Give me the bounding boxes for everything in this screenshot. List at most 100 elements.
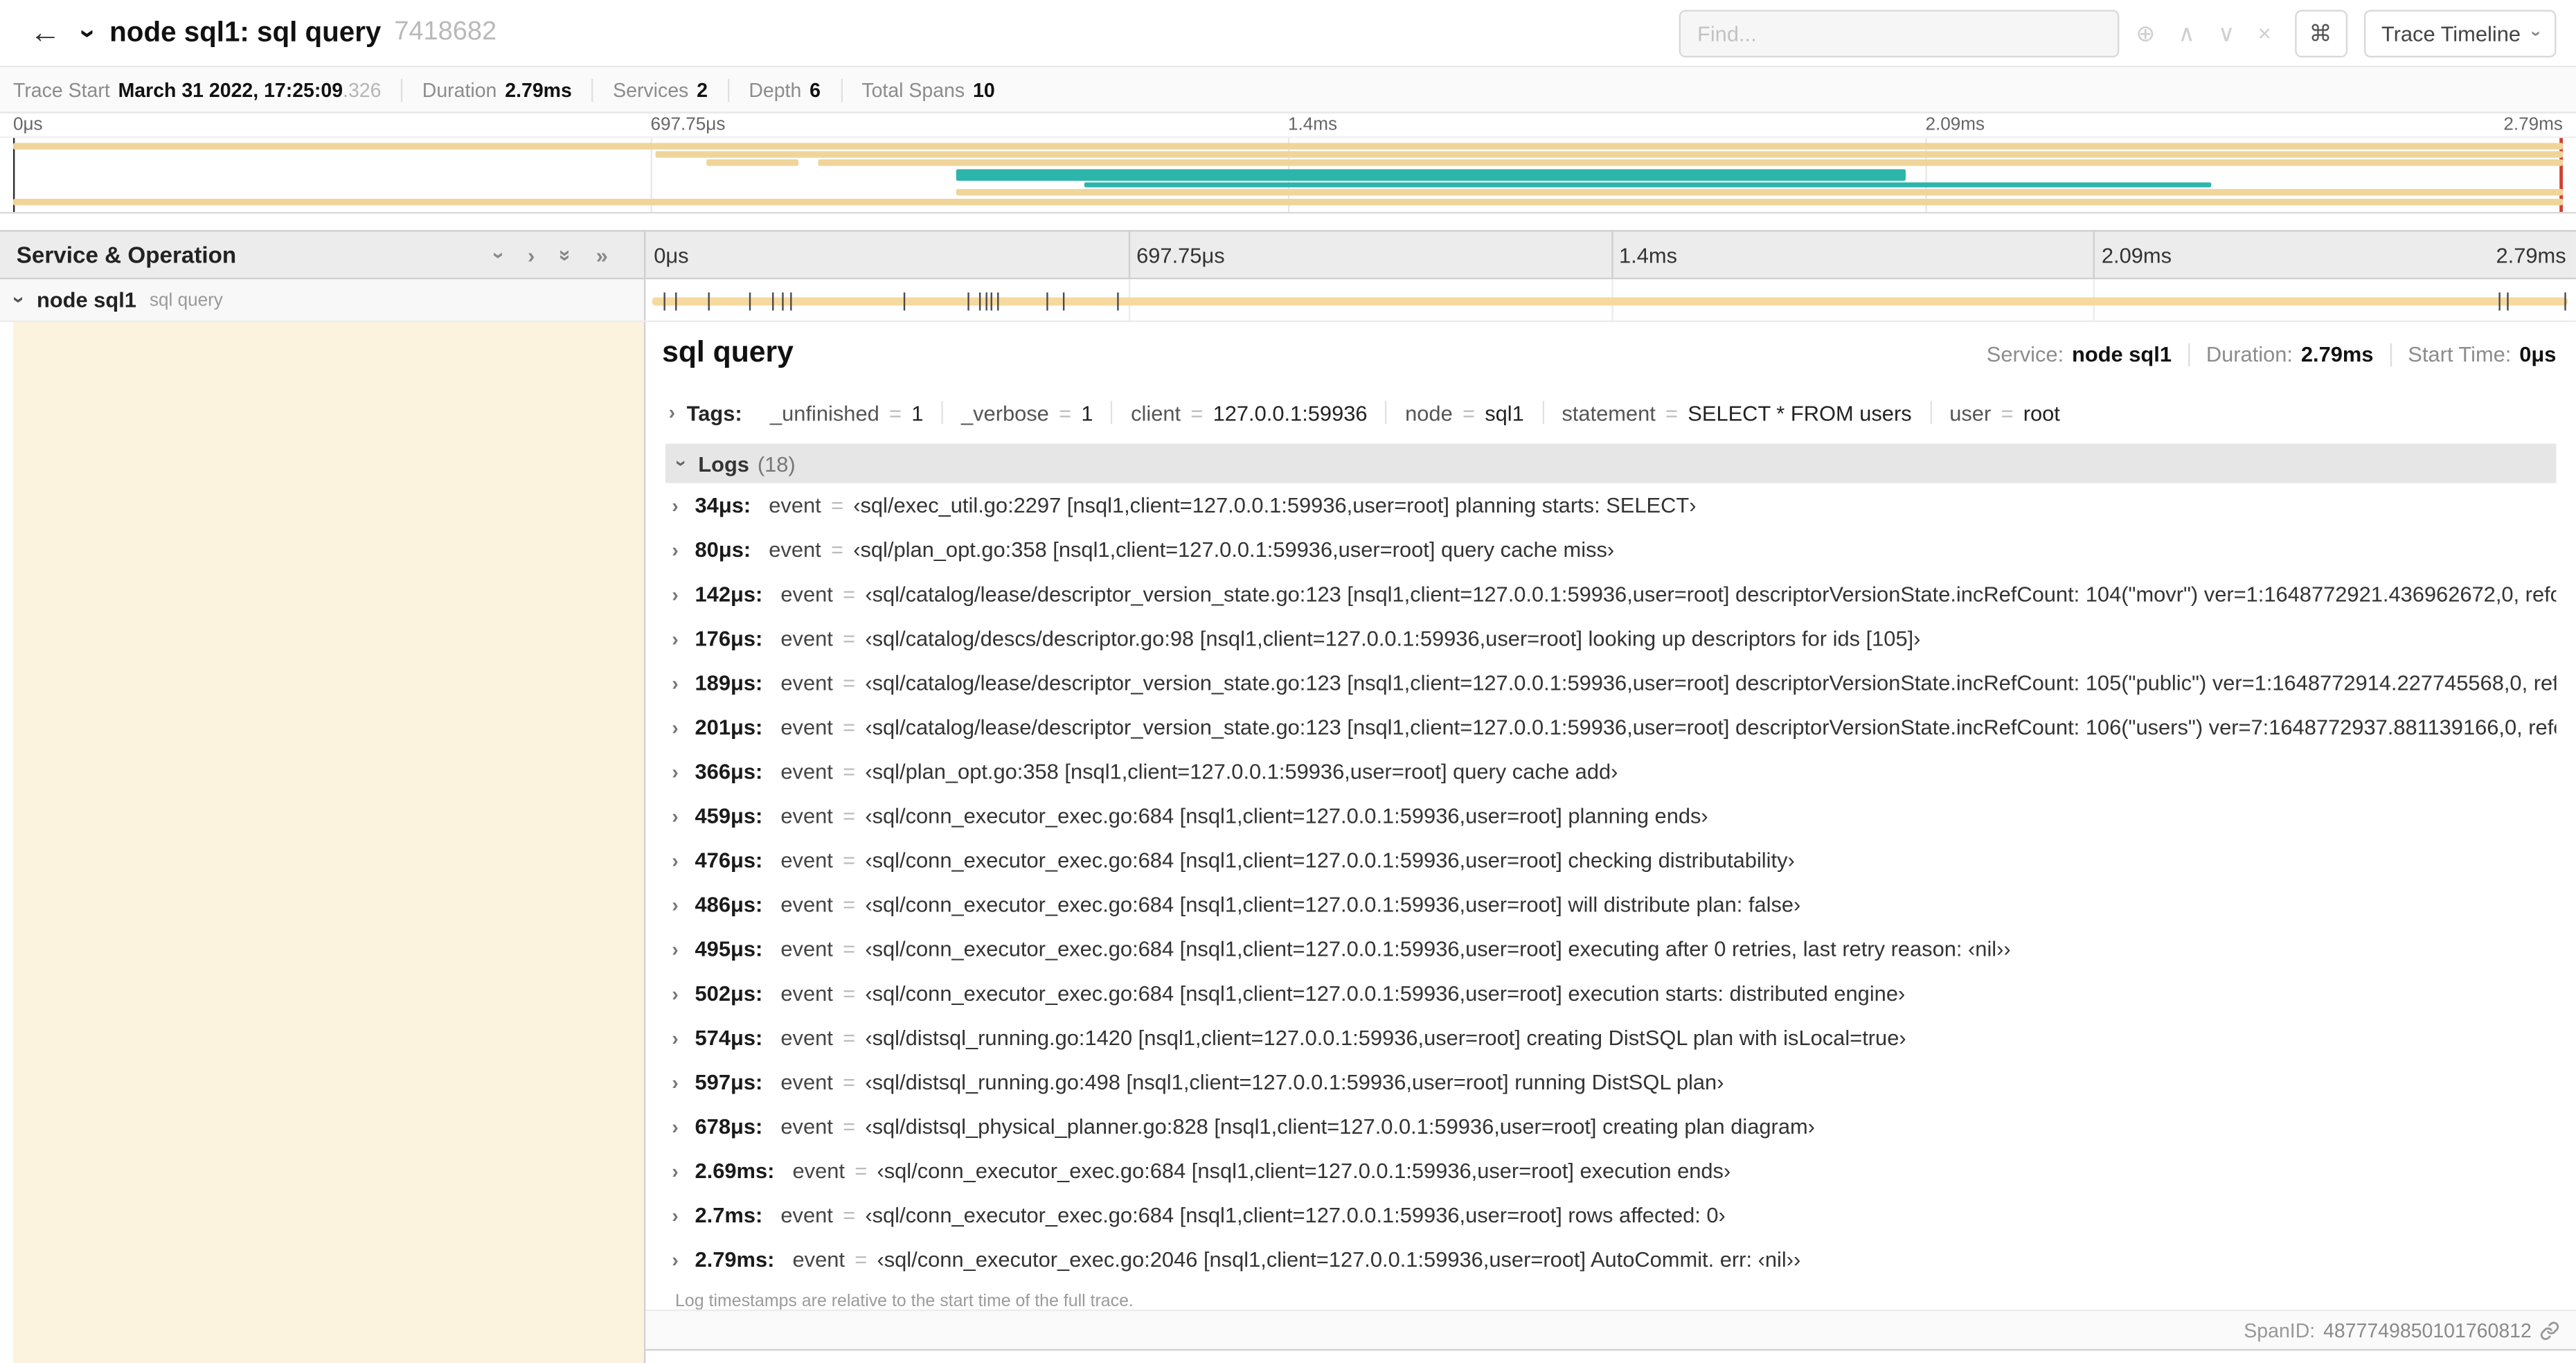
- find-input[interactable]: [1679, 9, 2120, 57]
- equals-sign: =: [855, 1158, 868, 1184]
- target-icon[interactable]: ⊕: [2136, 21, 2155, 44]
- top-header: ← › node sql1: sql query 7418682 ⊕ ∧ ∨ ×…: [0, 0, 2576, 68]
- ruler-tick-label: 2.09ms: [2101, 243, 2172, 268]
- log-row[interactable]: › 176μs: event = ‹sql/catalog/descs/desc…: [672, 616, 2556, 661]
- log-row[interactable]: › 502μs: event = ‹sql/conn_executor_exec…: [672, 971, 2556, 1015]
- log-row[interactable]: › 495μs: event = ‹sql/conn_executor_exec…: [672, 927, 2556, 971]
- clear-find-icon[interactable]: ×: [2258, 21, 2271, 44]
- service-label: Service:: [1986, 341, 2064, 367]
- chevron-down-icon[interactable]: ›: [73, 28, 104, 37]
- link-icon[interactable]: [2540, 1320, 2559, 1339]
- collapse-all-icon[interactable]: »: [553, 249, 578, 260]
- selected-span-highlight: [12, 321, 644, 1363]
- log-timestamp: 2.7ms:: [695, 1202, 763, 1228]
- collapse-one-icon[interactable]: ›: [487, 251, 512, 258]
- log-row[interactable]: › 459μs: event = ‹sql/conn_executor_exec…: [672, 794, 2556, 838]
- log-row[interactable]: › 189μs: event = ‹sql/catalog/lease/desc…: [672, 661, 2556, 705]
- log-row[interactable]: › 142μs: event = ‹sql/catalog/lease/desc…: [672, 572, 2556, 616]
- equals-sign: =: [843, 714, 856, 740]
- log-row[interactable]: › 2.69ms: event = ‹sql/conn_executor_exe…: [672, 1148, 2556, 1193]
- log-key: event: [780, 759, 833, 784]
- equals-sign: =: [843, 581, 856, 607]
- log-row[interactable]: › 2.7ms: event = ‹sql/conn_executor_exec…: [672, 1193, 2556, 1237]
- trace-timeline-page: ← › node sql1: sql query 7418682 ⊕ ∧ ∨ ×…: [0, 0, 2576, 1363]
- keyboard-shortcuts-button[interactable]: ⌘: [2294, 9, 2347, 57]
- view-options-button[interactable]: Trace Timeline ›: [2363, 9, 2557, 57]
- log-timestamp: 366μs:: [695, 759, 763, 784]
- minimap-tick-label: 697.75μs: [650, 115, 726, 135]
- span-detail-panel: sql query Service: node sql1 Duration: 2…: [645, 321, 2576, 1351]
- prev-result-icon[interactable]: ∧: [2178, 21, 2194, 44]
- log-value: ‹sql/conn_executor_exec.go:684 [nsql1,cl…: [865, 981, 1906, 1006]
- gridline: [1611, 231, 1613, 278]
- tag-key: statement: [1562, 400, 1656, 425]
- chevron-right-icon: ›: [668, 400, 676, 425]
- tag-item: statement = SELECT * FROM users: [1541, 400, 1930, 425]
- log-row[interactable]: › 486μs: event = ‹sql/conn_executor_exec…: [672, 882, 2556, 927]
- span-bar[interactable]: [652, 292, 2568, 311]
- chevron-right-icon: ›: [672, 1070, 679, 1094]
- log-row[interactable]: › 476μs: event = ‹sql/conn_executor_exec…: [672, 838, 2556, 882]
- summary-label: Trace Start: [12, 78, 110, 101]
- log-marker: [979, 292, 982, 311]
- minimap-tick-label: 1.4ms: [1287, 115, 1338, 135]
- expand-all-icon[interactable]: »: [596, 244, 608, 265]
- log-value: ‹sql/conn_executor_exec.go:684 [nsql1,cl…: [865, 1202, 1726, 1228]
- chevron-right-icon: ›: [672, 537, 679, 562]
- chevron-right-icon: ›: [672, 582, 679, 606]
- chevron-down-icon[interactable]: ›: [8, 296, 33, 303]
- chevron-right-icon: ›: [672, 627, 679, 650]
- log-row[interactable]: › 366μs: event = ‹sql/plan_opt.go:358 [n…: [672, 749, 2556, 794]
- log-marker: [1118, 292, 1120, 311]
- log-marker: [1046, 292, 1049, 311]
- log-row[interactable]: › 2.79ms: event = ‹sql/conn_executor_exe…: [672, 1237, 2556, 1281]
- log-timestamp: 495μs:: [695, 936, 763, 961]
- log-row[interactable]: › 597μs: event = ‹sql/distsql_running.go…: [672, 1060, 2556, 1104]
- span-row-name-cell[interactable]: › node sql1 sql query: [0, 279, 646, 321]
- tag-item: user = root: [1929, 400, 2078, 425]
- log-timestamp: 2.79ms:: [695, 1247, 775, 1272]
- log-row[interactable]: › 80μs: event = ‹sql/plan_opt.go:358 [ns…: [672, 528, 2556, 572]
- log-marker: [2506, 292, 2508, 311]
- expand-one-icon[interactable]: ›: [528, 244, 535, 265]
- tag-value: 127.0.0.1:59936: [1213, 400, 1368, 425]
- log-row[interactable]: › 678μs: event = ‹sql/distsql_physical_p…: [672, 1104, 2556, 1148]
- equals-sign: =: [2001, 400, 2014, 425]
- log-key: event: [792, 1158, 845, 1184]
- chevron-right-icon: ›: [672, 1026, 679, 1049]
- logs-header[interactable]: › Logs (18): [665, 443, 2557, 483]
- log-key: event: [769, 492, 821, 518]
- minimap-canvas[interactable]: [12, 138, 2563, 213]
- log-marker: [968, 292, 970, 311]
- log-value: ‹sql/plan_opt.go:358 [nsql1,client=127.0…: [853, 537, 1615, 562]
- tags-row[interactable]: › Tags: _unfinished = 1 _verbose = 1 cli…: [662, 391, 2556, 434]
- summary-label: Duration: [422, 78, 497, 101]
- log-key: event: [780, 1114, 833, 1139]
- equals-sign: =: [888, 400, 902, 425]
- log-value: ‹sql/conn_executor_exec.go:2046 [nsql1,c…: [877, 1247, 1801, 1272]
- logs-title: Logs: [698, 451, 749, 476]
- chevron-right-icon: ›: [672, 937, 679, 961]
- tag-item: _verbose = 1: [941, 400, 1111, 425]
- tag-item: _unfinished = 1: [752, 400, 942, 425]
- span-id-row: SpanID: 4877749850101760812: [645, 1309, 2576, 1349]
- log-row[interactable]: › 201μs: event = ‹sql/catalog/lease/desc…: [672, 705, 2556, 749]
- summary-value: 2.79ms: [505, 78, 572, 101]
- tag-key: _unfinished: [769, 400, 879, 425]
- equals-sign: =: [843, 1069, 856, 1095]
- next-result-icon[interactable]: ∨: [2218, 21, 2235, 44]
- equals-sign: =: [843, 892, 856, 917]
- equals-sign: =: [1665, 400, 1679, 425]
- chevron-right-icon: ›: [672, 804, 679, 828]
- minimap-tick-label: 0μs: [12, 115, 43, 135]
- duration-value: 2.79ms: [2300, 341, 2374, 367]
- service-operation-header: Service & Operation › › » »: [0, 231, 646, 278]
- back-button[interactable]: ←: [19, 17, 71, 48]
- tag-value: SELECT * FROM users: [1688, 400, 1912, 425]
- summary-label: Depth: [749, 78, 802, 101]
- page-title: node sql1: sql query: [109, 16, 382, 48]
- log-row[interactable]: › 574μs: event = ‹sql/distsql_running.go…: [672, 1015, 2556, 1060]
- summary-value: March 31 2022, 17:25:09: [118, 78, 343, 101]
- chevron-right-icon: ›: [672, 981, 679, 1005]
- log-row[interactable]: › 34μs: event = ‹sql/exec_util.go:2297 […: [672, 483, 2556, 527]
